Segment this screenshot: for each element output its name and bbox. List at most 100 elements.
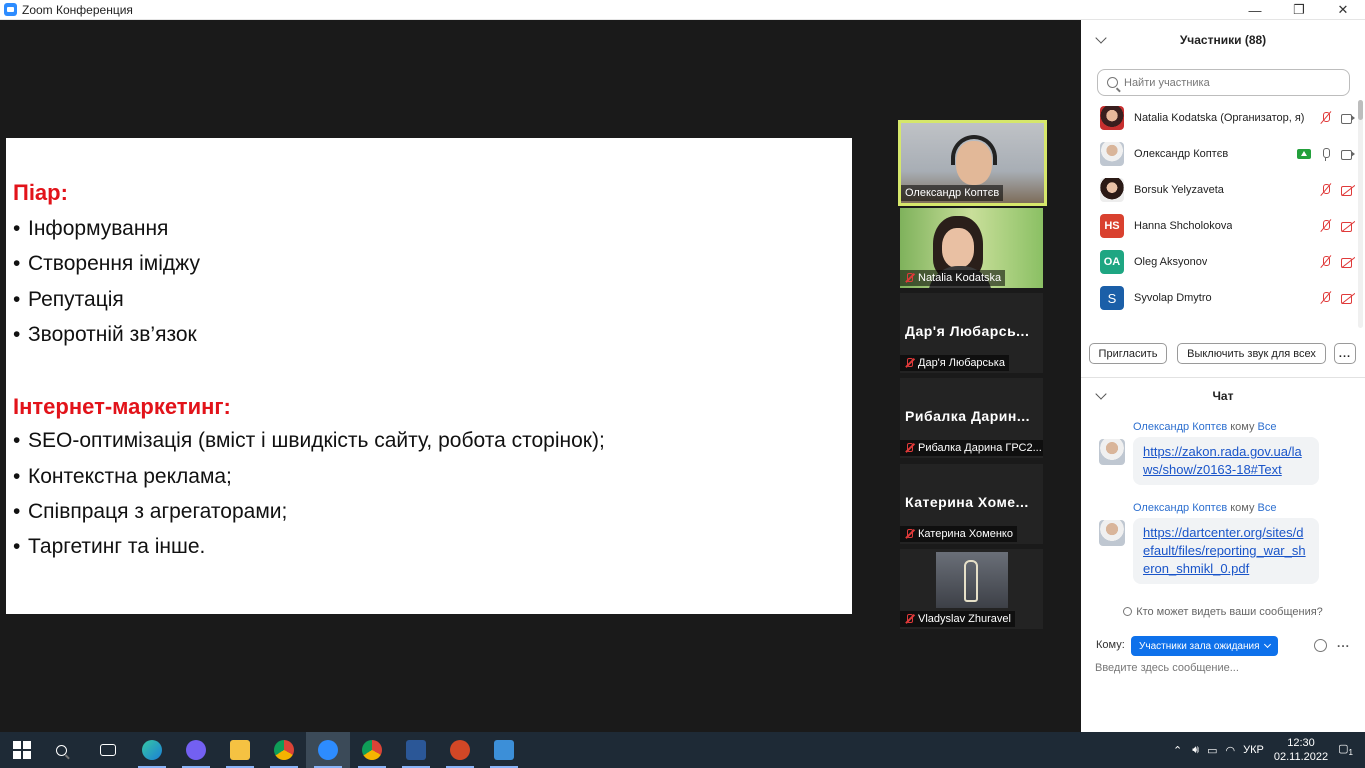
participant-row[interactable]: Natalia Kodatska (Организатор, я) — [1081, 100, 1355, 136]
taskbar-word[interactable] — [394, 732, 438, 768]
chat-message-input[interactable] — [1095, 662, 1350, 674]
word-icon — [406, 740, 426, 760]
avatar — [1100, 142, 1124, 166]
slide-list-item: • Створення іміджу — [13, 252, 200, 275]
search-taskbar-button[interactable] — [42, 732, 86, 768]
video-off-icon[interactable] — [1341, 255, 1355, 269]
video-tile[interactable]: Vladyslav Zhuravel — [900, 549, 1043, 629]
mic-muted-icon — [904, 614, 914, 624]
video-camera-icon[interactable] — [1341, 147, 1355, 161]
battery-icon[interactable]: ▭ — [1207, 744, 1217, 757]
chevron-up-icon[interactable]: ⌃ — [1173, 744, 1182, 757]
chat-more-button[interactable]: ... — [1337, 636, 1350, 650]
window-controls: — ❐ ✕ — [1233, 0, 1365, 20]
who-can-see-messages[interactable]: Кто может видеть ваши сообщения? — [1081, 606, 1365, 618]
chat-header: Чат — [1081, 376, 1365, 416]
slide-heading-internet-marketing: Інтернет-маркетинг: — [13, 394, 231, 419]
slide-list-item: • Таргетинг та інше. — [13, 535, 206, 558]
wifi-icon[interactable]: ◠ — [1226, 744, 1236, 757]
microphone-icon[interactable] — [1319, 147, 1333, 161]
video-off-icon[interactable] — [1341, 183, 1355, 197]
input-language[interactable]: УКР — [1243, 744, 1264, 756]
windows-taskbar: ⌃ 🔊︎ ▭ ◠ УКР 12:30 02.11.2022 ▢1 — [0, 732, 1365, 768]
minimize-button[interactable]: — — [1233, 0, 1277, 20]
notification-center-icon[interactable]: ▢1 — [1338, 742, 1353, 757]
slide-list-item: • Репутація — [13, 288, 124, 311]
taskbar-edge[interactable] — [130, 732, 174, 768]
emoji-icon[interactable] — [1314, 639, 1327, 652]
slide-list-item: • Інформування — [13, 217, 169, 240]
avatar — [1100, 178, 1124, 202]
participant-row[interactable]: Олександр Коптєв — [1081, 136, 1355, 172]
taskbar-chrome[interactable] — [262, 732, 306, 768]
participant-list-scrollbar[interactable] — [1358, 100, 1363, 328]
taskbar-powerpoint[interactable] — [438, 732, 482, 768]
participant-row[interactable]: OA Oleg Aksyonov — [1081, 244, 1355, 280]
maximize-button[interactable]: ❐ — [1277, 0, 1321, 20]
avatar — [1100, 106, 1124, 130]
chat-message-bubble: https://zakon.rada.gov.ua/laws/show/z016… — [1133, 437, 1319, 485]
chat-to-label: Кому: — [1096, 639, 1125, 651]
windows-logo-icon — [13, 741, 31, 759]
slide-heading-pr: Піар: — [13, 180, 68, 205]
participants-header: Участники (88) — [1081, 20, 1365, 60]
video-nameplate: Олександр Коптєв — [901, 185, 1004, 201]
close-button[interactable]: ✕ — [1321, 0, 1365, 20]
side-panel: Участники (88) Natalia Kodatska (Организ… — [1081, 20, 1365, 732]
mic-muted-icon — [904, 443, 914, 453]
video-tile[interactable]: Natalia Kodatska — [900, 208, 1043, 288]
invite-button[interactable]: Пригласить — [1089, 343, 1167, 364]
video-off-icon[interactable] — [1341, 291, 1355, 305]
taskbar-zoom[interactable] — [306, 732, 350, 768]
clock[interactable]: 12:30 02.11.2022 — [1274, 736, 1328, 764]
chevron-down-icon — [1263, 640, 1271, 649]
mic-muted-icon[interactable] — [1319, 219, 1333, 233]
video-placeholder-name: Катерина Хоме... — [905, 494, 1029, 510]
mic-muted-icon[interactable] — [1319, 255, 1333, 269]
start-button[interactable] — [0, 732, 44, 768]
video-nameplate: Vladyslav Zhuravel — [900, 611, 1015, 627]
slide-list-item: • SEO-оптимізація (вміст і швидкість сайт… — [13, 429, 605, 452]
participant-row[interactable]: HS Hanna Shcholokova — [1081, 208, 1355, 244]
viber-icon — [186, 740, 206, 760]
video-tile[interactable]: Дар'я Любарсь... Дар'я Любарська — [900, 293, 1043, 373]
chat-recipient-dropdown[interactable]: Участники зала ожидания — [1131, 636, 1278, 656]
participant-name: Natalia Kodatska (Организатор, я) — [1134, 112, 1305, 124]
video-tile[interactable]: Катерина Хоме... Катерина Хоменко — [900, 464, 1043, 544]
video-camera-icon[interactable] — [1341, 111, 1355, 125]
task-view-button[interactable] — [86, 732, 130, 768]
mic-muted-icon[interactable] — [1319, 291, 1333, 305]
mute-all-button[interactable]: Выключить звук для всех — [1177, 343, 1326, 364]
speaker-icon[interactable]: 🔊︎ — [1192, 744, 1199, 757]
taskbar-photos[interactable] — [482, 732, 526, 768]
chat-link[interactable]: https://dartcenter.org/sites/default/fil… — [1143, 525, 1306, 576]
participant-search[interactable] — [1097, 69, 1350, 96]
avatar: HS — [1100, 214, 1124, 238]
collapse-chevron-icon[interactable] — [1095, 32, 1107, 44]
screen-share-icon — [1297, 149, 1311, 159]
participant-row[interactable]: Borsuk Yelyzaveta — [1081, 172, 1355, 208]
participant-search-input[interactable] — [1124, 76, 1344, 89]
mic-muted-icon[interactable] — [1319, 183, 1333, 197]
mic-muted-icon[interactable] — [1319, 111, 1333, 125]
video-off-icon[interactable] — [1341, 219, 1355, 233]
video-placeholder-name: Дар'я Любарсь... — [905, 323, 1030, 339]
video-tile-active-speaker[interactable]: Олександр Коптєв — [898, 120, 1047, 206]
system-tray: ⌃ 🔊︎ ▭ ◠ УКР 12:30 02.11.2022 ▢1 — [1173, 732, 1365, 768]
participants-more-button[interactable]: ... — [1334, 343, 1356, 364]
window-title: Zoom Конференция — [22, 2, 133, 17]
taskbar-explorer[interactable] — [218, 732, 262, 768]
search-icon — [55, 744, 67, 756]
taskbar-chrome-profile[interactable] — [350, 732, 394, 768]
task-view-icon — [100, 744, 116, 756]
video-tile[interactable]: Рибалка Дарин... Рибалка Дарина ГРС2... — [900, 378, 1043, 458]
edge-browser-icon — [142, 740, 162, 760]
collapse-chevron-icon[interactable] — [1095, 388, 1107, 400]
taskbar-viber[interactable] — [174, 732, 218, 768]
chrome-icon — [274, 740, 294, 760]
folder-icon — [230, 740, 250, 760]
participant-row[interactable]: S Syvolap Dmytro — [1081, 280, 1355, 316]
participant-name: Borsuk Yelyzaveta — [1134, 184, 1224, 196]
chat-link[interactable]: https://zakon.rada.gov.ua/laws/show/z016… — [1143, 444, 1302, 477]
participants-title: Участники (88) — [1179, 33, 1267, 47]
